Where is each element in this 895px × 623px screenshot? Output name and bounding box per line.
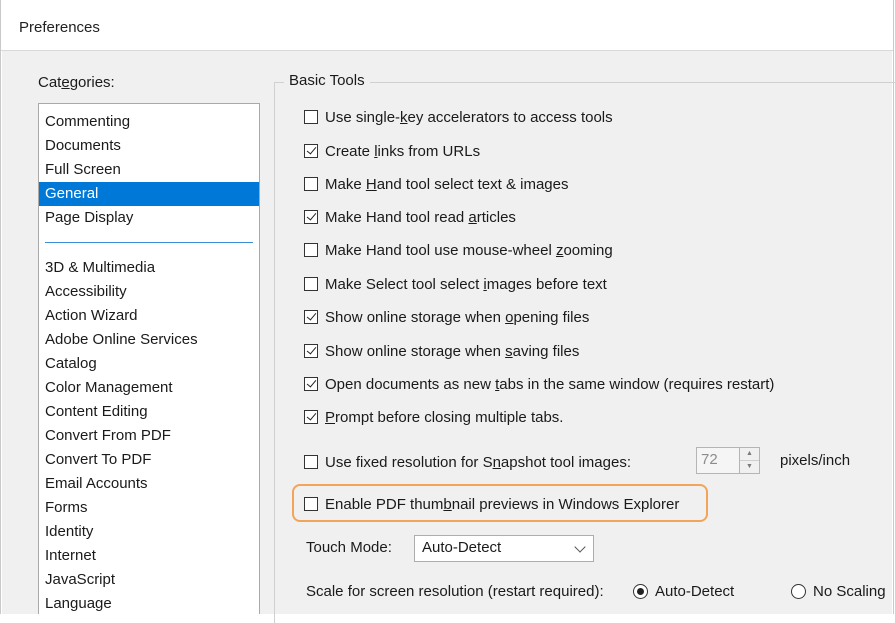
category-separator — [45, 242, 253, 243]
category-convert-to-pdf[interactable]: Convert To PDF — [39, 448, 259, 472]
basic-tools-title: Basic Tools — [284, 72, 370, 89]
categories-list[interactable]: Commenting Documents Full Screen General… — [38, 103, 260, 614]
option-label: Make Hand tool select text & images — [325, 175, 569, 193]
category-javascript[interactable]: JavaScript — [39, 568, 259, 592]
spin-down-icon[interactable]: ▼ — [740, 461, 759, 473]
category-language[interactable]: Language — [39, 592, 259, 614]
spin-up-icon[interactable]: ▲ — [740, 448, 759, 461]
option-storage-opening[interactable]: Show online storage when opening files — [304, 307, 589, 327]
category-identity[interactable]: Identity — [39, 520, 259, 544]
option-pdf-thumbnail-previews[interactable]: Enable PDF thumbnail previews in Windows… — [304, 494, 679, 514]
radio-label: No Scaling — [813, 583, 886, 600]
category-general[interactable]: General — [39, 182, 259, 206]
checkbox[interactable] — [304, 177, 318, 191]
option-select-images-first[interactable]: Make Select tool select images before te… — [304, 274, 607, 294]
checkbox[interactable] — [304, 243, 318, 257]
radio-no-scaling[interactable]: No Scaling — [791, 583, 886, 600]
touch-mode-value: Auto-Detect — [422, 539, 502, 556]
categories-label: Categories: — [38, 74, 115, 91]
radio-label: Auto-Detect — [655, 583, 735, 600]
category-convert-from-pdf[interactable]: Convert From PDF — [39, 424, 259, 448]
option-label: Enable PDF thumbnail previews in Windows… — [325, 495, 680, 513]
resolution-spinbox[interactable]: 72 ▲ ▼ — [696, 447, 760, 474]
category-page-display[interactable]: Page Display — [39, 206, 259, 230]
option-hand-wheel-zoom[interactable]: Make Hand tool use mouse-wheel zooming — [304, 240, 613, 260]
category-documents[interactable]: Documents — [39, 134, 259, 158]
category-email-accounts[interactable]: Email Accounts — [39, 472, 259, 496]
category-accessibility[interactable]: Accessibility — [39, 280, 259, 304]
checkbox[interactable] — [304, 497, 318, 511]
checkbox[interactable] — [304, 455, 318, 469]
option-label: Show online storage when saving files — [325, 342, 580, 360]
option-label: Show online storage when opening files — [325, 308, 590, 326]
option-hand-select-text[interactable]: Make Hand tool select text & images — [304, 174, 568, 194]
category-adobe-online-services[interactable]: Adobe Online Services — [39, 328, 259, 352]
option-label: Make Select tool select images before te… — [325, 275, 607, 293]
option-snapshot-resolution[interactable]: Use fixed resolution for Snapshot tool i… — [304, 452, 631, 472]
option-label: Prompt before closing multiple tabs. — [325, 408, 564, 426]
touch-mode-dropdown[interactable]: Auto-Detect — [414, 535, 594, 562]
checkbox[interactable] — [304, 310, 318, 324]
resolution-value[interactable]: 72 — [701, 451, 718, 468]
option-hand-read-articles[interactable]: Make Hand tool read articles — [304, 207, 516, 227]
chevron-down-icon — [574, 541, 586, 553]
preferences-window: Preferences Categories: Commenting Docum… — [0, 0, 895, 623]
checkbox[interactable] — [304, 277, 318, 291]
category-commenting[interactable]: Commenting — [39, 110, 259, 134]
radio-auto-detect[interactable]: Auto-Detect — [633, 583, 734, 600]
scale-label: Scale for screen resolution (restart req… — [306, 583, 604, 600]
category-catalog[interactable]: Catalog — [39, 352, 259, 376]
option-storage-saving[interactable]: Show online storage when saving files — [304, 341, 579, 361]
touch-mode-label: Touch Mode: — [306, 539, 392, 556]
option-prompt-close-tabs[interactable]: Prompt before closing multiple tabs. — [304, 407, 563, 427]
checkbox[interactable] — [304, 210, 318, 224]
category-full-screen[interactable]: Full Screen — [39, 158, 259, 182]
checkbox[interactable] — [304, 144, 318, 158]
checkbox[interactable] — [304, 110, 318, 124]
option-label: Create links from URLs — [325, 142, 481, 160]
category-3d-multimedia[interactable]: 3D & Multimedia — [39, 256, 259, 280]
checkbox[interactable] — [304, 344, 318, 358]
radio-button[interactable] — [633, 584, 648, 599]
category-internet[interactable]: Internet — [39, 544, 259, 568]
window-title: Preferences — [19, 19, 100, 36]
option-label: Use single-key accelerators to access to… — [325, 108, 613, 126]
checkbox[interactable] — [304, 410, 318, 424]
option-open-as-tabs[interactable]: Open documents as new tabs in the same w… — [304, 374, 774, 394]
category-content-editing[interactable]: Content Editing — [39, 400, 259, 424]
category-forms[interactable]: Forms — [39, 496, 259, 520]
option-single-key-accelerators[interactable]: Use single-key accelerators to access to… — [304, 107, 613, 127]
option-create-links[interactable]: Create links from URLs — [304, 141, 480, 161]
resolution-unit: pixels/inch — [780, 452, 851, 469]
radio-button[interactable] — [791, 584, 806, 599]
option-label: Use fixed resolution for Snapshot tool i… — [325, 453, 631, 471]
option-label: Make Hand tool use mouse-wheel zooming — [325, 241, 613, 259]
option-label: Open documents as new tabs in the same w… — [325, 375, 775, 393]
checkbox[interactable] — [304, 377, 318, 391]
category-color-management[interactable]: Color Management — [39, 376, 259, 400]
option-label: Make Hand tool read articles — [325, 208, 516, 226]
spin-buttons: ▲ ▼ — [739, 448, 759, 473]
category-action-wizard[interactable]: Action Wizard — [39, 304, 259, 328]
